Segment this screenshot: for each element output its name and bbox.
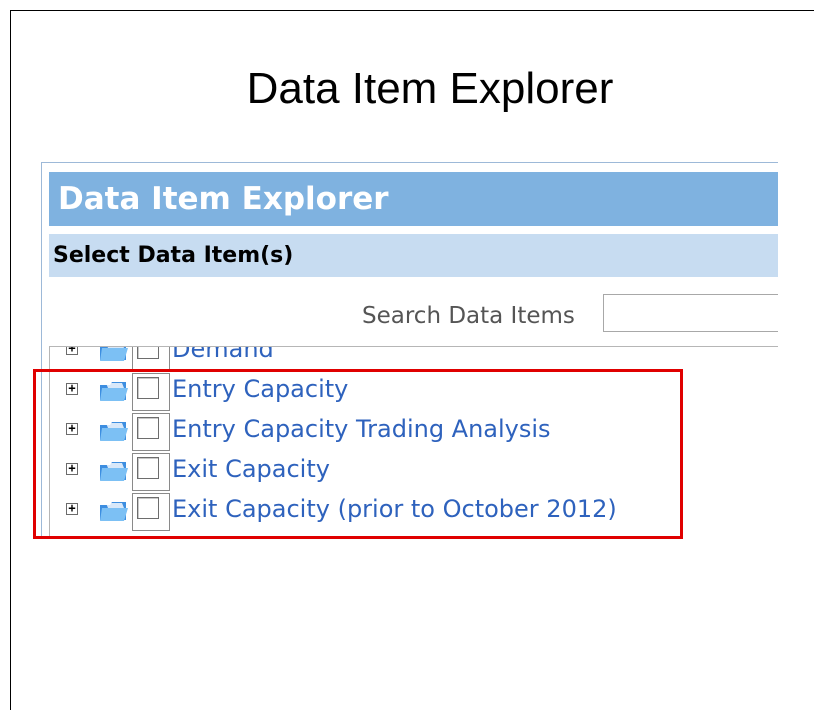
folder-icon bbox=[100, 382, 128, 401]
checkbox-box[interactable] bbox=[137, 417, 159, 439]
data-item-explorer-panel: Data Item Explorer Select Data Item(s) S… bbox=[41, 162, 778, 538]
expand-icon[interactable]: + bbox=[66, 502, 78, 515]
tree-item-exit-capacity-prior[interactable]: + Exit Capacity (prior to October 2012) bbox=[50, 489, 778, 531]
search-input[interactable] bbox=[603, 294, 778, 332]
tree-item-label[interactable]: Entry Capacity Trading Analysis bbox=[172, 409, 551, 449]
checkbox-entry-capacity[interactable] bbox=[132, 373, 170, 411]
tree-item-exit-capacity[interactable]: + Exit Capacity bbox=[50, 449, 778, 491]
checkbox-exit-capacity[interactable] bbox=[132, 453, 170, 491]
tree-item-entry-capacity-trading-analysis[interactable]: + Entry Capacity Trading Analysis bbox=[50, 409, 778, 451]
expand-icon[interactable]: + bbox=[66, 462, 78, 475]
expand-icon[interactable]: + bbox=[66, 347, 78, 355]
folder-icon bbox=[100, 462, 128, 481]
folder-icon bbox=[100, 502, 128, 521]
tree-item-label[interactable]: Exit Capacity bbox=[172, 449, 330, 489]
checkbox-demand[interactable] bbox=[132, 347, 170, 371]
checkbox-box[interactable] bbox=[137, 347, 159, 359]
search-label: Search Data Items bbox=[362, 303, 575, 329]
slide-title: Data Item Explorer bbox=[246, 64, 614, 113]
data-item-tree: + Demand + Entry Capacity + Entry Capaci… bbox=[49, 346, 778, 538]
panel-header: Data Item Explorer bbox=[49, 172, 778, 226]
tree-item-label[interactable]: Exit Capacity (prior to October 2012) bbox=[172, 489, 617, 529]
expand-icon[interactable]: + bbox=[66, 382, 78, 395]
checkbox-box[interactable] bbox=[137, 497, 159, 519]
tree-item-entry-capacity[interactable]: + Entry Capacity bbox=[50, 369, 778, 411]
select-data-items-header: Select Data Item(s) bbox=[49, 234, 778, 277]
expand-icon[interactable]: + bbox=[66, 422, 78, 435]
folder-icon bbox=[100, 347, 128, 361]
checkbox-box[interactable] bbox=[137, 377, 159, 399]
tree-item-label[interactable]: Demand bbox=[172, 347, 274, 369]
tree-item-demand[interactable]: + Demand bbox=[50, 347, 778, 371]
tree-item-label[interactable]: Entry Capacity bbox=[172, 369, 348, 409]
checkbox-exit-capacity-prior[interactable] bbox=[132, 493, 170, 531]
checkbox-entry-capacity-trading-analysis[interactable] bbox=[132, 413, 170, 451]
checkbox-box[interactable] bbox=[137, 457, 159, 479]
folder-icon bbox=[100, 422, 128, 441]
